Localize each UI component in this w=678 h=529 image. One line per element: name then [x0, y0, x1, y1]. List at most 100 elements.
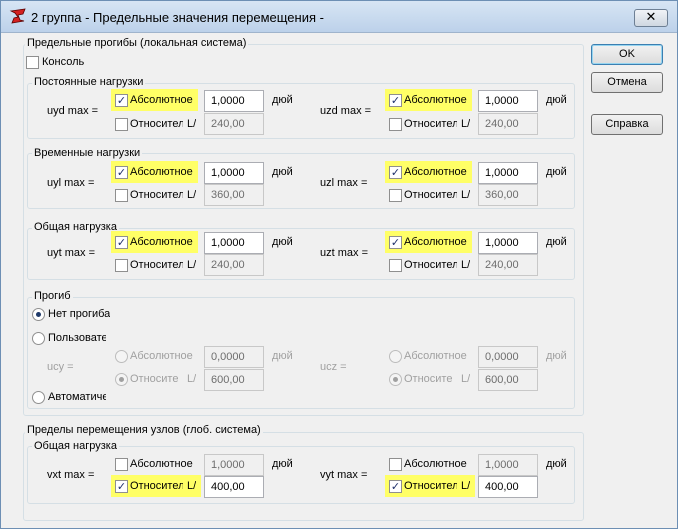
global-total-load-label: Общая нагрузка [32, 440, 119, 453]
uzt-relative-checkbox[interactable] [389, 259, 402, 272]
uzd-relative-checkbox[interactable] [389, 118, 402, 131]
uyl-rel-prefix: L/ [187, 189, 197, 201]
ucy-absolute-input[interactable]: 0,0000 [204, 346, 264, 368]
user-camber-label: Пользователь [48, 332, 106, 344]
ucy-relative-label: Относите [130, 373, 179, 385]
vxt-absolute-input[interactable]: 1,0000 [204, 454, 264, 476]
vyt-absolute-label: Абсолютное [404, 458, 467, 470]
ucz-absolute-input[interactable]: 0,0000 [478, 346, 538, 368]
uyt-label: uyt max = [47, 247, 95, 259]
uzd-absolute-checkbox[interactable]: ✓ [389, 94, 402, 107]
uyt-absolute-label: Абсолютное [130, 236, 193, 248]
uyl-absolute-checkbox[interactable]: ✓ [115, 166, 128, 179]
uzt-label: uzt max = [320, 247, 368, 259]
vyt-rel-prefix: L/ [461, 480, 471, 492]
uyd-label: uyd max = [47, 105, 99, 117]
uyd-absolute-checkbox[interactable]: ✓ [115, 94, 128, 107]
uzl-relative-checkbox[interactable] [389, 189, 402, 202]
uyl-unit: дюй [272, 166, 293, 178]
uzl-relative-input[interactable]: 360,00 [478, 184, 538, 206]
uyl-label: uyl max = [47, 177, 95, 189]
console-checkbox[interactable] [26, 56, 39, 69]
uyt-absolute-checkbox[interactable]: ✓ [115, 236, 128, 249]
uzd-absolute-label: Абсолютное [404, 94, 467, 106]
window-title: 2 группа - Предельные значения перемещен… [31, 10, 324, 25]
uzl-absolute-checkbox[interactable]: ✓ [389, 166, 402, 179]
uyl-absolute-label: Абсолютное [130, 166, 193, 178]
vyt-relative-label: Относител [404, 480, 457, 492]
title-bar[interactable]: 2 группа - Предельные значения перемещен… [1, 1, 677, 33]
ucz-relative-input[interactable]: 600,00 [478, 369, 538, 391]
vxt-rel-prefix: L/ [187, 480, 197, 492]
user-camber-radio[interactable] [32, 332, 45, 345]
uyl-relative-label: Относител [130, 189, 183, 201]
vxt-relative-checkbox[interactable]: ✓ [115, 480, 128, 493]
permanent-loads-label: Постоянные нагрузки [32, 76, 146, 89]
vxt-relative-input[interactable]: 400,00 [204, 476, 264, 498]
uyd-relative-input[interactable]: 240,00 [204, 113, 264, 135]
uzd-relative-label: Относител [404, 118, 457, 130]
uzd-unit: дюй [546, 94, 567, 106]
cancel-button[interactable]: Отмена [591, 72, 663, 93]
uyl-absolute-input[interactable]: 1,0000 [204, 162, 264, 184]
uzl-rel-prefix: L/ [461, 189, 471, 201]
local-group-label: Предельные прогибы (локальная система) [25, 37, 249, 50]
ucy-relative-radio[interactable] [115, 373, 128, 386]
uzt-relative-input[interactable]: 240,00 [478, 254, 538, 276]
uyd-rel-prefix: L/ [187, 118, 197, 130]
uzt-unit: дюй [546, 236, 567, 248]
no-camber-radio[interactable] [32, 308, 45, 321]
uyd-absolute-input[interactable]: 1,0000 [204, 90, 264, 112]
uzt-relative-label: Относител [404, 259, 457, 271]
uyl-relative-checkbox[interactable] [115, 189, 128, 202]
uyl-relative-input[interactable]: 360,00 [204, 184, 264, 206]
ucz-relative-radio[interactable] [389, 373, 402, 386]
ucy-relative-input[interactable]: 600,00 [204, 369, 264, 391]
ucz-unit: дюй [546, 350, 567, 362]
ucz-absolute-label: Абсолютное [404, 350, 467, 362]
close-button[interactable]: ✕ [634, 9, 668, 27]
uzd-absolute-input[interactable]: 1,0000 [478, 90, 538, 112]
vyt-absolute-checkbox[interactable] [389, 458, 402, 471]
ucy-rel-prefix: L/ [187, 373, 197, 385]
ucz-label: ucz = [320, 361, 347, 373]
ok-button[interactable]: OK [591, 44, 663, 65]
ucy-unit: дюй [272, 350, 293, 362]
uyt-relative-input[interactable]: 240,00 [204, 254, 264, 276]
uyd-unit: дюй [272, 94, 293, 106]
uyt-relative-checkbox[interactable] [115, 259, 128, 272]
vyt-unit: дюй [546, 458, 567, 470]
ucy-label: ucy = [47, 361, 74, 373]
uzl-label: uzl max = [320, 177, 368, 189]
ucz-absolute-radio[interactable] [389, 350, 402, 363]
ucy-absolute-radio[interactable] [115, 350, 128, 363]
camber-label: Прогиб [32, 290, 73, 303]
console-label: Консоль [42, 56, 85, 68]
auto-camber-radio[interactable] [32, 391, 45, 404]
uzt-rel-prefix: L/ [461, 259, 471, 271]
vyt-absolute-input[interactable]: 1,0000 [478, 454, 538, 476]
uzd-rel-prefix: L/ [461, 118, 471, 130]
uzl-relative-label: Относител [404, 189, 457, 201]
uzt-absolute-checkbox[interactable]: ✓ [389, 236, 402, 249]
uzl-unit: дюй [546, 166, 567, 178]
dialog-window: 2 группа - Предельные значения перемещен… [0, 0, 678, 529]
ucz-relative-label: Относите [404, 373, 453, 385]
uyt-unit: дюй [272, 236, 293, 248]
ucz-rel-prefix: L/ [461, 373, 471, 385]
vyt-relative-checkbox[interactable]: ✓ [389, 480, 402, 493]
vyt-relative-input[interactable]: 400,00 [478, 476, 538, 498]
temporary-loads-label: Временные нагрузки [32, 147, 143, 160]
uzd-relative-input[interactable]: 240,00 [478, 113, 538, 135]
uyd-relative-checkbox[interactable] [115, 118, 128, 131]
uzl-absolute-input[interactable]: 1,0000 [478, 162, 538, 184]
vyt-label: vyt max = [320, 469, 368, 481]
vxt-label: vxt max = [47, 469, 95, 481]
uzt-absolute-input[interactable]: 1,0000 [478, 232, 538, 254]
vxt-absolute-checkbox[interactable] [115, 458, 128, 471]
vxt-relative-label: Относител [130, 480, 183, 492]
auto-camber-label: Автоматиче [48, 391, 106, 403]
uyt-absolute-input[interactable]: 1,0000 [204, 232, 264, 254]
help-button[interactable]: Справка [591, 114, 663, 135]
ucy-absolute-label: Абсолютное [130, 350, 193, 362]
